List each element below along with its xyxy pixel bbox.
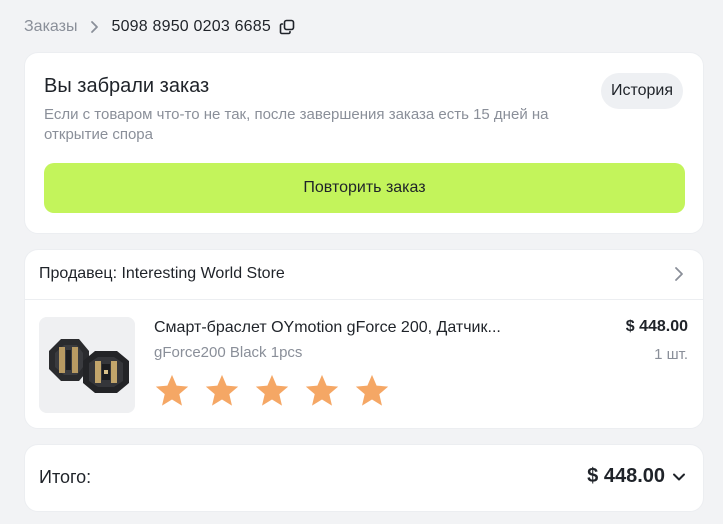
history-button[interactable]: История <box>600 73 683 109</box>
chevron-down-icon[interactable] <box>671 469 687 485</box>
product-name[interactable]: Смарт-браслет OYmotion gForce 200, Датчи… <box>154 319 554 337</box>
status-title: Вы забрали заказ <box>44 75 210 97</box>
breadcrumb: Заказы 5098 8950 0203 6685 <box>24 16 295 38</box>
seller-card: Продавец: Interesting World Store Смарт-… <box>24 249 704 429</box>
order-status-card: Вы забрали заказ Если с товаром что-то н… <box>24 52 704 234</box>
total-value: $ 448.00 <box>587 465 665 487</box>
star-icon[interactable] <box>353 372 391 410</box>
total-label: Итого: <box>39 467 92 487</box>
status-description: Если с товаром что-то не так, после заве… <box>44 106 549 143</box>
seller-label: Продавец: Interesting World Store <box>39 265 285 282</box>
product-variant: gForce200 Black 1pcs <box>154 344 303 361</box>
total-card[interactable]: Итого: $ 448.00 <box>24 444 704 512</box>
chevron-right-icon <box>87 20 101 34</box>
rating-stars <box>153 372 391 410</box>
star-icon[interactable] <box>153 372 191 410</box>
breadcrumb-orders-link[interactable]: Заказы <box>24 18 77 36</box>
order-number: 5098 8950 0203 6685 <box>111 18 271 35</box>
seller-row[interactable]: Продавец: Interesting World Store <box>25 250 703 300</box>
product-price: $ 448.00 <box>625 318 688 335</box>
chevron-right-icon <box>671 266 687 282</box>
product-image[interactable] <box>39 317 135 413</box>
star-icon[interactable] <box>303 372 341 410</box>
star-icon[interactable] <box>203 372 241 410</box>
smart-bracelet-image <box>39 317 135 413</box>
product-quantity: 1 шт. <box>654 346 688 363</box>
copy-icon[interactable] <box>279 19 295 35</box>
star-icon[interactable] <box>253 372 291 410</box>
repeat-order-button[interactable]: Повторить заказ <box>44 163 685 213</box>
